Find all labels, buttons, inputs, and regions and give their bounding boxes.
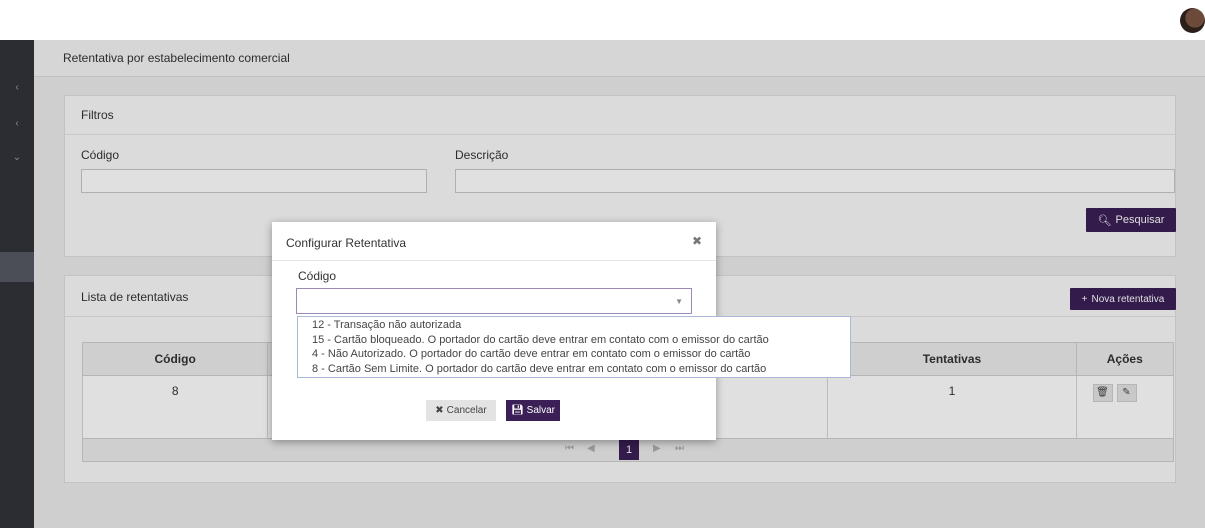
save-button-label: Salvar	[526, 405, 556, 416]
codigo-select[interactable]: ▼	[296, 288, 692, 314]
modal-title: Configurar Retentativa	[286, 236, 407, 250]
cancel-button[interactable]: ✖ Cancelar	[426, 400, 496, 421]
save-button[interactable]: 💾︎ Salvar	[506, 400, 560, 421]
sidebar: ‹ ‹ ⌄	[0, 40, 34, 528]
chevron-left-icon[interactable]: ‹	[0, 82, 34, 93]
cancel-button-label: Cancelar	[446, 405, 487, 416]
option-item[interactable]: 8 - Cartão Sem Limite. O portador do car…	[312, 362, 850, 377]
save-icon: 💾︎	[510, 405, 524, 416]
avatar[interactable]	[1180, 8, 1205, 33]
chevron-left-icon[interactable]: ‹	[0, 118, 34, 129]
modal-header: Configurar Retentativa ✖	[272, 222, 716, 261]
close-icon: ✖	[435, 405, 444, 416]
chevron-down-icon[interactable]: ⌄	[0, 152, 34, 163]
top-bar	[0, 0, 1205, 40]
sidebar-active-item[interactable]	[0, 252, 34, 282]
option-item[interactable]: 12 - Transação não autorizada	[312, 318, 850, 333]
option-item[interactable]: 15 - Cartão bloqueado. O portador do car…	[312, 333, 850, 348]
codigo-options-list: 12 - Transação não autorizada 15 - Cartã…	[297, 316, 851, 378]
modal-codigo-label: Código	[298, 269, 337, 283]
chevron-down-icon: ▼	[675, 297, 683, 306]
close-icon[interactable]: ✖	[692, 234, 702, 248]
option-item[interactable]: 4 - Não Autorizado. O portador do cartão…	[312, 347, 850, 362]
